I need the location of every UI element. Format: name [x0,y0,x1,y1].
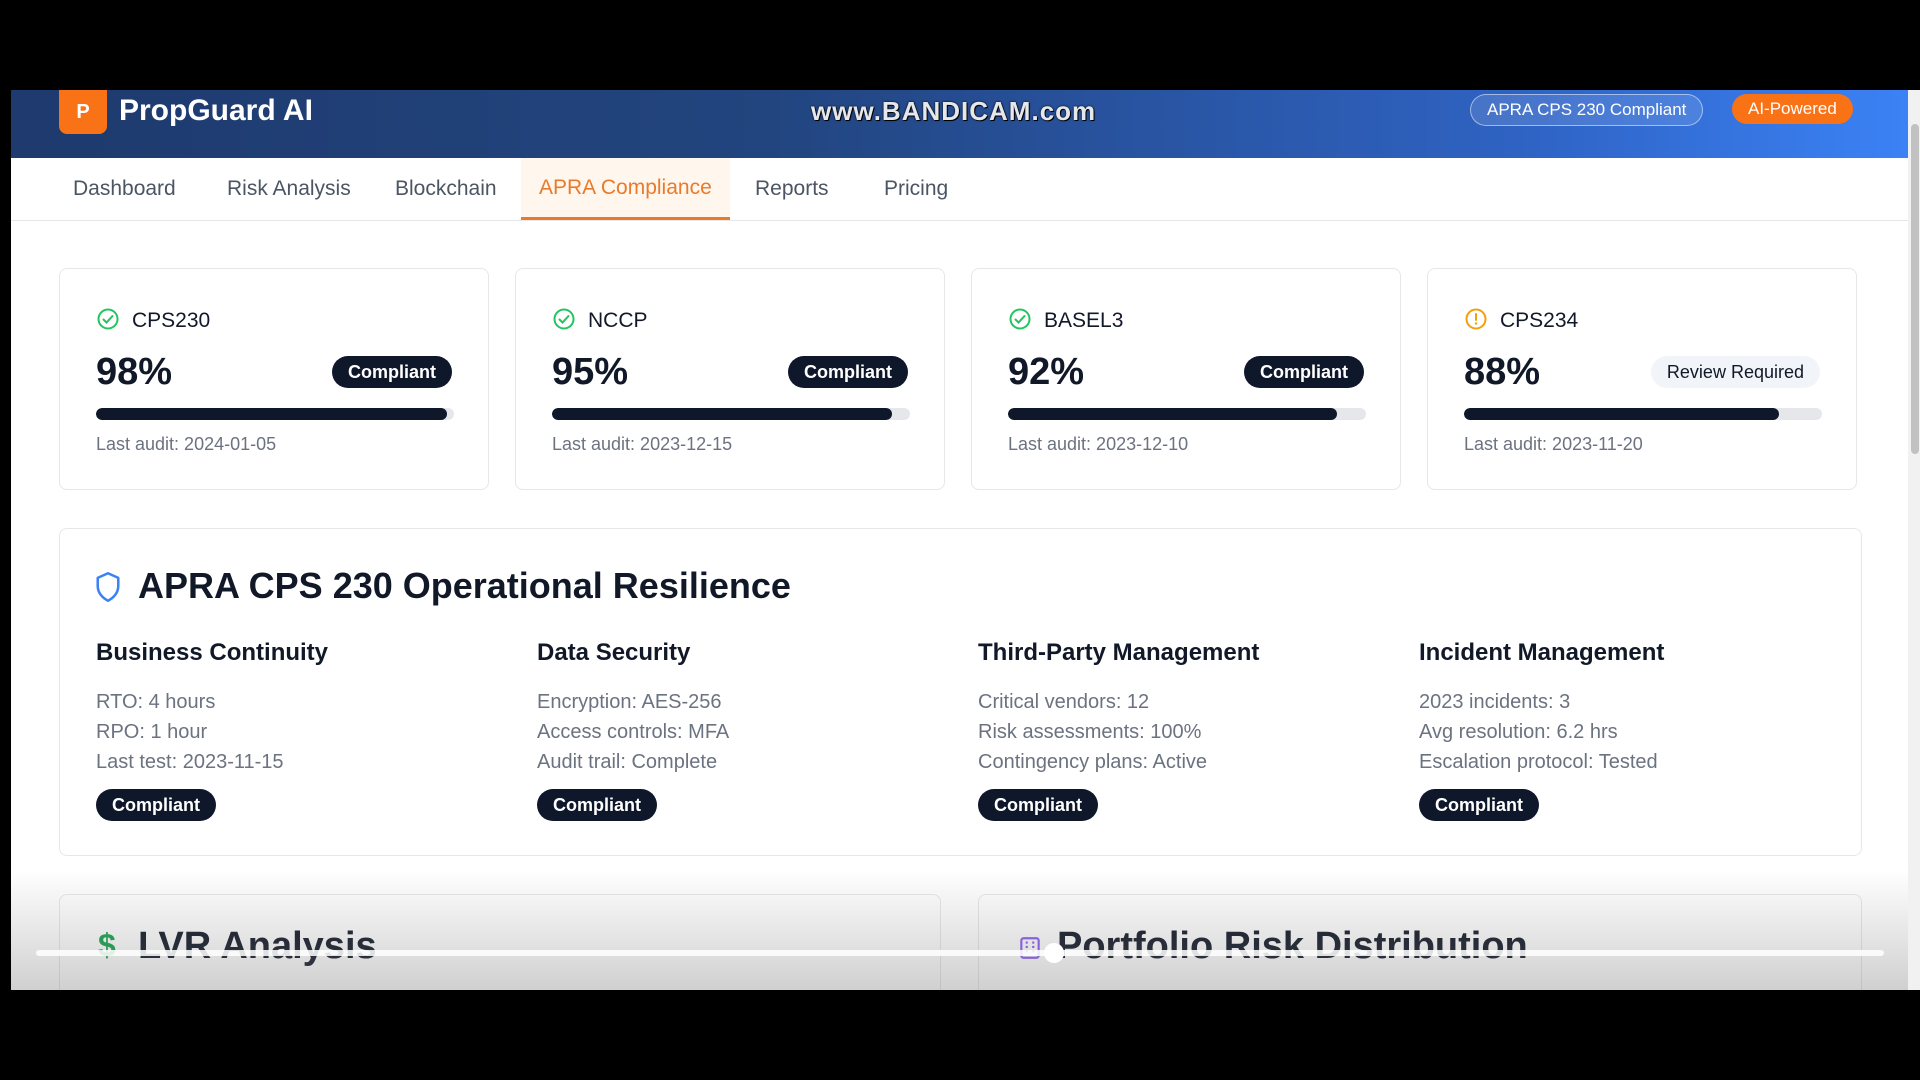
status-badge: Compliant [332,356,452,388]
column-detail: RPO: 1 hour [96,721,208,743]
tab-apra-compliance[interactable]: APRA Compliance [521,158,730,220]
metric-card-nccp: NCCP 95% Compliant Last audit: 2023-12-1… [515,268,945,490]
resilience-column-third-party: Third-Party Management Critical vendors:… [978,639,1398,821]
metric-card-cps234: CPS234 88% Review Required Last audit: 2… [1427,268,1857,490]
progress-fill [1464,408,1780,420]
progress-fill [1008,408,1338,420]
video-seek-bar[interactable] [36,950,1884,956]
metric-card-basel3: BASEL3 92% Compliant Last audit: 2023-12… [971,268,1401,490]
progress-bar [96,408,454,420]
metric-name: CPS234 [1500,309,1579,332]
resilience-column-data-security: Data Security Encryption: AES-256 Access… [537,639,957,821]
apra-compliant-badge: APRA CPS 230 Compliant [1470,94,1704,126]
column-detail: Risk assessments: 100% [978,721,1202,743]
last-audit: Last audit: 2024-01-05 [96,434,277,454]
progress-bar [552,408,910,420]
column-detail: 2023 incidents: 3 [1419,691,1571,713]
shield-icon [96,572,120,602]
building-icon [1020,937,1040,959]
panel-title: APRA CPS 230 Operational Resilience [138,565,791,606]
resilience-column-business-continuity: Business Continuity RTO: 4 hours RPO: 1 … [96,639,516,821]
metric-name: BASEL3 [1044,309,1124,332]
scrollbar-thumb[interactable] [1911,124,1919,454]
column-heading: Incident Management [1419,639,1665,666]
tab-dashboard[interactable]: Dashboard [55,158,194,220]
brand-title: PropGuard AI [119,94,313,127]
metric-percent: 98% [96,351,173,393]
tab-risk-analysis[interactable]: Risk Analysis [209,158,369,220]
column-detail: RTO: 4 hours [96,691,216,713]
metric-percent: 88% [1464,351,1541,393]
column-heading: Third-Party Management [978,639,1260,666]
column-detail: Avg resolution: 6.2 hrs [1419,721,1618,743]
top-header: P PropGuard AI www.BANDICAM.com APRA CPS… [11,90,1909,158]
column-detail: Critical vendors: 12 [978,691,1150,713]
lvr-analysis-title: LVR Analysis [138,925,377,967]
progress-fill [96,408,447,420]
status-badge: Compliant [1244,356,1364,388]
column-detail: Escalation protocol: Tested [1419,751,1658,773]
last-audit: Last audit: 2023-12-10 [1008,434,1189,454]
alert-circle-icon [1465,308,1487,330]
ai-powered-badge: AI-Powered [1732,94,1853,124]
metric-name: CPS230 [132,309,211,332]
portfolio-risk-title: Portfolio Risk Distribution [1057,925,1528,967]
last-audit: Last audit: 2023-11-20 [1464,434,1643,454]
status-badge: Compliant [537,789,657,821]
tab-reports[interactable]: Reports [737,158,847,220]
video-seek-thumb[interactable] [1044,943,1064,963]
recorder-watermark: www.BANDICAM.com [811,96,1097,126]
portfolio-risk-card: Portfolio Risk Distribution [978,894,1862,990]
app-window: P PropGuard AI www.BANDICAM.com APRA CPS… [11,90,1909,990]
column-heading: Business Continuity [96,639,329,666]
logo-icon: P [59,90,107,134]
dollar-icon: $ [98,927,116,963]
metric-card-cps230: CPS230 98% Compliant Last audit: 2024-01… [59,268,489,490]
last-audit: Last audit: 2023-12-15 [552,434,733,454]
column-detail: Last test: 2023-11-15 [96,751,284,773]
main-tabs: Dashboard Risk Analysis Blockchain APRA … [11,158,1909,221]
check-circle-icon [553,308,575,330]
metric-percent: 92% [1008,351,1085,393]
check-circle-icon [97,308,119,330]
column-detail: Contingency plans: Active [978,751,1208,773]
lvr-analysis-card: $ LVR Analysis [59,894,941,990]
status-badge: Compliant [978,789,1098,821]
metric-percent: 95% [552,351,629,393]
column-detail: Audit trail: Complete [537,751,718,773]
tab-pricing[interactable]: Pricing [866,158,966,220]
metric-name: NCCP [588,309,648,332]
progress-bar [1008,408,1366,420]
status-badge: Compliant [96,789,216,821]
resilience-column-incident-management: Incident Management 2023 incidents: 3 Av… [1419,639,1839,821]
column-detail: Access controls: MFA [537,721,730,743]
column-heading: Data Security [537,639,691,666]
status-badge: Compliant [1419,789,1539,821]
column-detail: Encryption: AES-256 [537,691,722,713]
status-badge: Compliant [788,356,908,388]
progress-fill [552,408,893,420]
status-badge: Review Required [1650,356,1820,388]
resilience-panel: APRA CPS 230 Operational Resilience Busi… [59,528,1862,856]
progress-bar [1464,408,1822,420]
tab-blockchain[interactable]: Blockchain [377,158,515,220]
check-circle-icon [1009,308,1031,330]
